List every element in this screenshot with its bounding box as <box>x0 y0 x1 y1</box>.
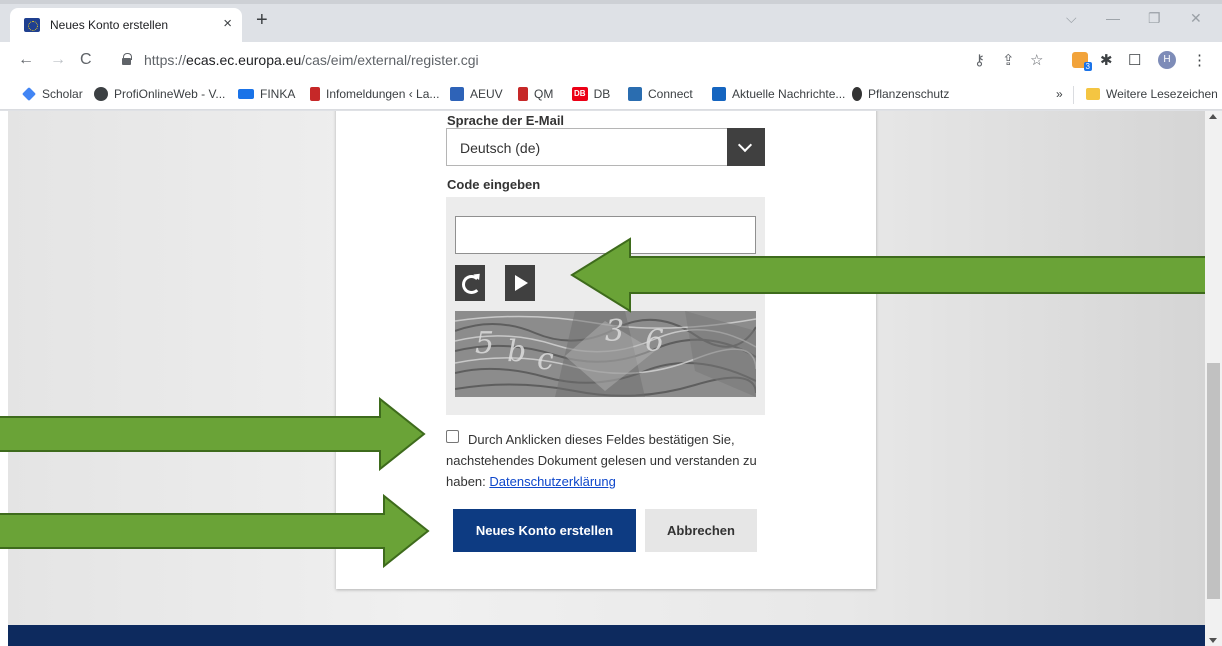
bookmark-folder-other[interactable]: Weitere Lesezeichen <box>1086 87 1218 101</box>
tab-search-icon[interactable]: ⌵ <box>1066 10 1077 27</box>
lock-icon[interactable] <box>122 53 132 65</box>
page-footer <box>8 625 1205 646</box>
minimize-icon[interactable]: — <box>1106 10 1120 26</box>
tab-strip-top <box>0 0 1222 4</box>
menu-icon[interactable]: ⋮ <box>1192 51 1207 69</box>
bookmarks-separator <box>1073 86 1074 104</box>
scroll-up-icon[interactable] <box>1209 114 1217 119</box>
bookmark-db[interactable]: DB DB <box>572 87 610 101</box>
crest-icon <box>310 87 320 101</box>
page-scrollbar[interactable] <box>1205 111 1222 646</box>
scroll-down-icon[interactable] <box>1209 638 1217 643</box>
eu-flag-icon <box>24 18 40 32</box>
back-icon[interactable]: ← <box>18 51 34 69</box>
connect-icon <box>628 87 642 101</box>
bookmark-finka[interactable]: FINKA <box>238 87 295 101</box>
browser-toolbar: ← → C https://ecas.ec.europa.eu/cas/eim/… <box>0 42 1222 80</box>
captcha-image: 5 b c 3 6 <box>455 311 756 397</box>
db-icon: DB <box>572 87 588 101</box>
svg-text:3: 3 <box>605 314 624 349</box>
privacy-policy-link[interactable]: Datenschutzerklärung <box>489 474 615 489</box>
bookmark-qm[interactable]: QM <box>518 87 553 101</box>
bookmark-pflanzenschutz[interactable]: Pflanzenschutz <box>852 87 949 101</box>
refresh-captcha-icon[interactable] <box>455 265 485 301</box>
chevron-down-icon[interactable] <box>727 128 765 166</box>
new-tab-button[interactable]: + <box>256 10 268 30</box>
code-label: Code eingeben <box>447 177 541 192</box>
bookmark-aktuelle-nachrichten[interactable]: Aktuelle Nachrichte... <box>712 87 845 101</box>
annotation-arrow-checkbox <box>0 396 426 472</box>
news-icon <box>712 87 726 101</box>
reload-icon[interactable]: C <box>80 51 92 69</box>
svg-text:b: b <box>507 334 526 369</box>
bookmark-scholar[interactable]: Scholar <box>22 87 83 101</box>
close-window-icon[interactable]: ✕ <box>1190 10 1202 27</box>
side-panel-icon[interactable]: ☐ <box>1128 51 1141 69</box>
cancel-button[interactable]: Abbrechen <box>645 509 757 552</box>
tab-title: Neues Konto erstellen <box>50 18 169 32</box>
restore-icon[interactable]: ❐ <box>1148 10 1161 27</box>
share-icon[interactable]: ⇪ <box>1002 51 1015 69</box>
bookmark-aeuv[interactable]: AEUV <box>450 87 503 101</box>
email-language-select[interactable]: Deutsch (de) <box>446 128 765 166</box>
aeuv-icon <box>450 87 464 101</box>
bookmarks-bar: Scholar ProfiOnlineWeb - V... FINKA Info… <box>0 80 1222 110</box>
url-text: https://ecas.ec.europa.eu/cas/eim/extern… <box>144 52 479 68</box>
play-audio-icon[interactable] <box>505 265 535 301</box>
bookmarks-more-icon[interactable]: » <box>1056 87 1063 101</box>
bookmark-profionlineweb[interactable]: ProfiOnlineWeb - V... <box>94 87 225 101</box>
profile-avatar[interactable]: H <box>1158 51 1176 69</box>
svg-text:5: 5 <box>475 326 494 361</box>
tab-strip: Neues Konto erstellen × + ⌵ — ❐ ✕ <box>0 0 1222 42</box>
extensions-icon[interactable]: ✱ <box>1100 51 1113 69</box>
svg-text:c: c <box>537 342 554 377</box>
annotation-arrow-captcha <box>570 237 1205 313</box>
globe-icon <box>94 87 108 101</box>
tab-close-icon[interactable]: × <box>223 15 232 32</box>
rss-extension-icon[interactable]: 3 <box>1072 52 1092 71</box>
scrollbar-thumb[interactable] <box>1207 363 1220 599</box>
svg-text:6: 6 <box>645 324 664 359</box>
address-bar[interactable]: https://ecas.ec.europa.eu/cas/eim/extern… <box>108 48 1108 74</box>
eagle-icon <box>852 87 862 101</box>
bookmark-star-icon[interactable]: ☆ <box>1030 51 1043 69</box>
consent-text: Durch Anklicken dieses Feldes bestätigen… <box>446 432 757 489</box>
key-icon[interactable]: ⚷ <box>974 51 985 69</box>
page-viewport: Sprache der E-Mail Deutsch (de) Code ein… <box>0 111 1205 646</box>
scholar-icon <box>22 87 36 101</box>
forward-icon[interactable]: → <box>50 51 66 69</box>
browser-tab-active[interactable]: Neues Konto erstellen × <box>10 8 242 42</box>
create-account-button[interactable]: Neues Konto erstellen <box>453 509 636 552</box>
folder-icon <box>1086 88 1100 100</box>
bookmark-connect[interactable]: Connect <box>628 87 693 101</box>
email-language-value: Deutsch (de) <box>460 140 541 156</box>
finka-icon <box>238 89 254 99</box>
crest-icon <box>518 87 528 101</box>
annotation-arrow-submit <box>0 493 430 569</box>
bookmark-infomeldungen[interactable]: Infomeldungen ‹ La... <box>310 87 439 101</box>
email-language-label: Sprache der E-Mail <box>447 113 565 128</box>
